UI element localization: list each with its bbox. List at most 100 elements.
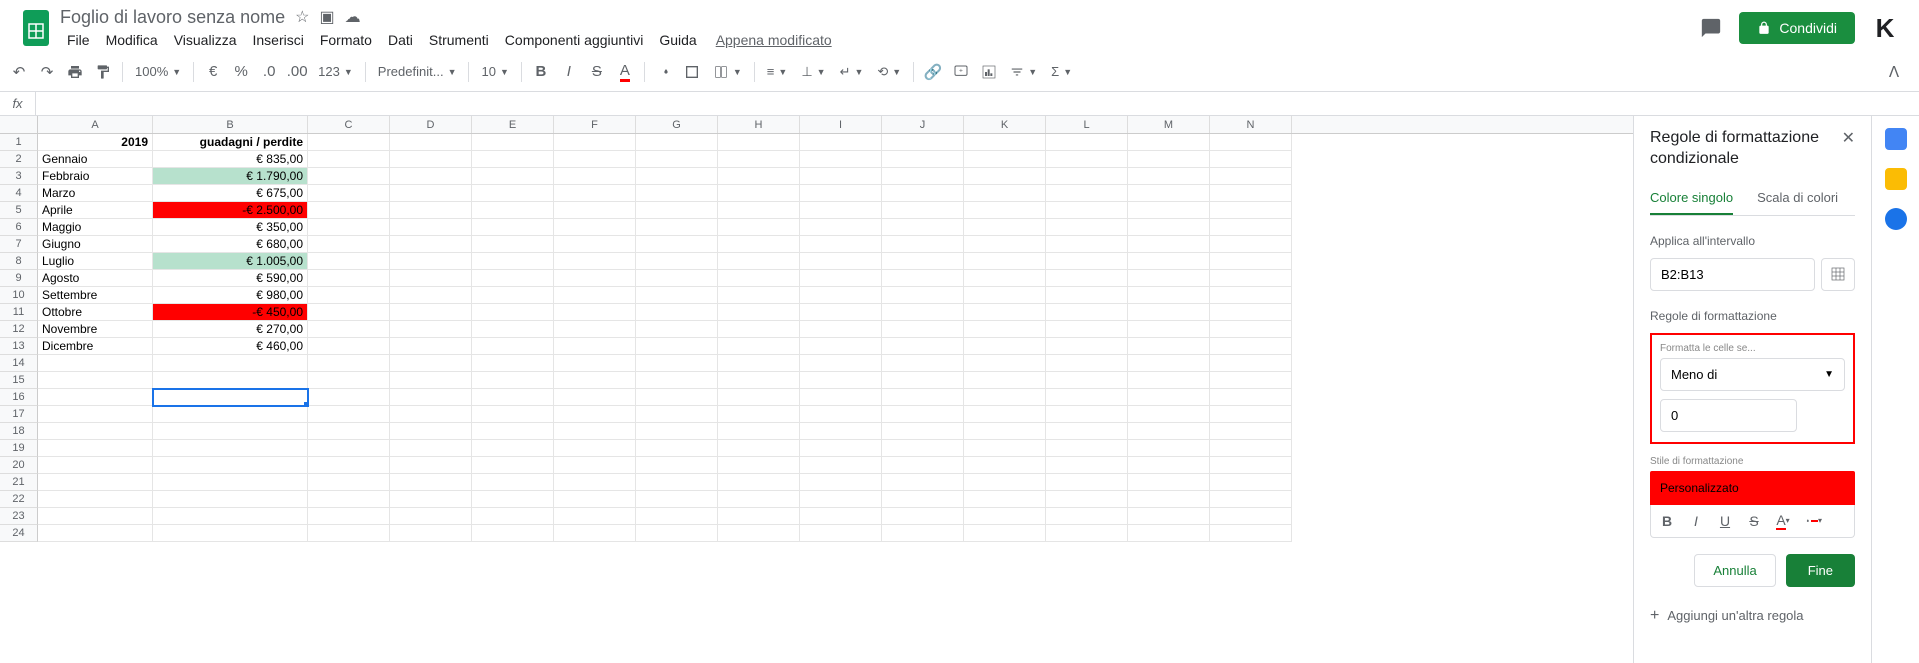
cell-F23[interactable] (554, 508, 636, 525)
cell-E7[interactable] (472, 236, 554, 253)
cell-C6[interactable] (308, 219, 390, 236)
cell-A2[interactable]: Gennaio (38, 151, 153, 168)
cell-I23[interactable] (800, 508, 882, 525)
cell-B11[interactable]: -€ 450,00 (153, 304, 308, 321)
cell-N1[interactable] (1210, 134, 1292, 151)
select-range-button[interactable] (1821, 258, 1855, 291)
cell-B12[interactable]: € 270,00 (153, 321, 308, 338)
cell-B6[interactable]: € 350,00 (153, 219, 308, 236)
cell-G6[interactable] (636, 219, 718, 236)
more-formats-dropdown[interactable]: 123▼ (312, 59, 359, 85)
cell-N16[interactable] (1210, 389, 1292, 406)
cell-C7[interactable] (308, 236, 390, 253)
cell-M14[interactable] (1128, 355, 1210, 372)
cell-J13[interactable] (882, 338, 964, 355)
cell-M3[interactable] (1128, 168, 1210, 185)
cell-N2[interactable] (1210, 151, 1292, 168)
cell-L24[interactable] (1046, 525, 1128, 542)
cell-K5[interactable] (964, 202, 1046, 219)
row-header-16[interactable]: 16 (0, 389, 38, 406)
cell-E18[interactable] (472, 423, 554, 440)
cell-M11[interactable] (1128, 304, 1210, 321)
cell-J11[interactable] (882, 304, 964, 321)
cell-B7[interactable]: € 680,00 (153, 236, 308, 253)
cell-M6[interactable] (1128, 219, 1210, 236)
cell-I18[interactable] (800, 423, 882, 440)
cell-N7[interactable] (1210, 236, 1292, 253)
cell-L18[interactable] (1046, 423, 1128, 440)
cell-F2[interactable] (554, 151, 636, 168)
cell-D3[interactable] (390, 168, 472, 185)
row-header-14[interactable]: 14 (0, 355, 38, 372)
cell-M20[interactable] (1128, 457, 1210, 474)
cell-J17[interactable] (882, 406, 964, 423)
font-size-dropdown[interactable]: 10▼ (475, 59, 514, 85)
percent-button[interactable]: % (228, 59, 254, 85)
cell-G5[interactable] (636, 202, 718, 219)
cell-N11[interactable] (1210, 304, 1292, 321)
h-align-button[interactable]: ≡▼ (761, 59, 794, 85)
cell-H21[interactable] (718, 474, 800, 491)
cell-K18[interactable] (964, 423, 1046, 440)
functions-button[interactable]: Σ▼ (1045, 59, 1078, 85)
row-header-24[interactable]: 24 (0, 525, 38, 542)
cell-F9[interactable] (554, 270, 636, 287)
cell-D12[interactable] (390, 321, 472, 338)
cell-A3[interactable]: Febbraio (38, 168, 153, 185)
cell-J8[interactable] (882, 253, 964, 270)
cell-H18[interactable] (718, 423, 800, 440)
row-header-22[interactable]: 22 (0, 491, 38, 508)
cell-J19[interactable] (882, 440, 964, 457)
cell-M22[interactable] (1128, 491, 1210, 508)
decrease-decimal-button[interactable]: .0 (256, 59, 282, 85)
col-header-E[interactable]: E (472, 116, 554, 133)
cell-K4[interactable] (964, 185, 1046, 202)
cell-B22[interactable] (153, 491, 308, 508)
cell-F5[interactable] (554, 202, 636, 219)
cell-H11[interactable] (718, 304, 800, 321)
cell-M13[interactable] (1128, 338, 1210, 355)
cell-A16[interactable] (38, 389, 153, 406)
cell-I1[interactable] (800, 134, 882, 151)
cell-L21[interactable] (1046, 474, 1128, 491)
cell-E1[interactable] (472, 134, 554, 151)
row-header-5[interactable]: 5 (0, 202, 38, 219)
col-header-B[interactable]: B (153, 116, 308, 133)
cell-H1[interactable] (718, 134, 800, 151)
cell-K12[interactable] (964, 321, 1046, 338)
cell-N17[interactable] (1210, 406, 1292, 423)
cell-A10[interactable]: Settembre (38, 287, 153, 304)
cell-M7[interactable] (1128, 236, 1210, 253)
cell-A4[interactable]: Marzo (38, 185, 153, 202)
cell-E2[interactable] (472, 151, 554, 168)
cell-E13[interactable] (472, 338, 554, 355)
cell-D20[interactable] (390, 457, 472, 474)
cell-D21[interactable] (390, 474, 472, 491)
cell-D10[interactable] (390, 287, 472, 304)
cell-F4[interactable] (554, 185, 636, 202)
cell-D24[interactable] (390, 525, 472, 542)
cell-I17[interactable] (800, 406, 882, 423)
cell-G19[interactable] (636, 440, 718, 457)
cell-C16[interactable] (308, 389, 390, 406)
cell-G9[interactable] (636, 270, 718, 287)
cell-C13[interactable] (308, 338, 390, 355)
cell-H20[interactable] (718, 457, 800, 474)
cell-C9[interactable] (308, 270, 390, 287)
row-header-3[interactable]: 3 (0, 168, 38, 185)
last-modified[interactable]: Appena modificato (706, 32, 832, 48)
cell-C4[interactable] (308, 185, 390, 202)
cell-F20[interactable] (554, 457, 636, 474)
cell-N6[interactable] (1210, 219, 1292, 236)
cell-K14[interactable] (964, 355, 1046, 372)
cell-J23[interactable] (882, 508, 964, 525)
cell-G16[interactable] (636, 389, 718, 406)
cell-K8[interactable] (964, 253, 1046, 270)
cell-K9[interactable] (964, 270, 1046, 287)
cell-D16[interactable] (390, 389, 472, 406)
cell-A24[interactable] (38, 525, 153, 542)
paint-format-button[interactable] (90, 59, 116, 85)
cell-K19[interactable] (964, 440, 1046, 457)
cell-L7[interactable] (1046, 236, 1128, 253)
cell-H16[interactable] (718, 389, 800, 406)
